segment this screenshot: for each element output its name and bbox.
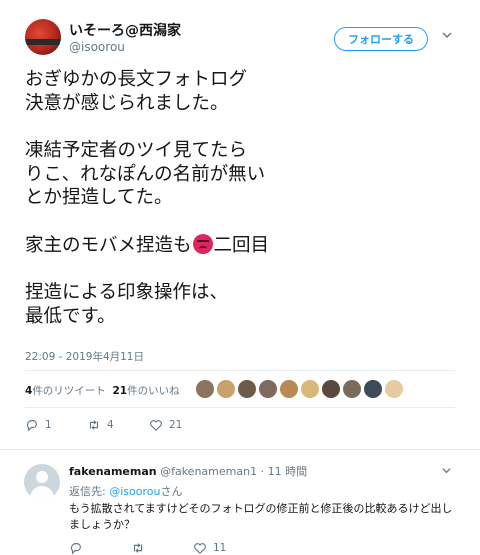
liker-avatar[interactable]: [301, 380, 319, 398]
reply-to-label: 返信先:: [69, 485, 106, 498]
tweet-line-with-emoji: 家主のモバメ捏造も 二回目: [25, 233, 465, 258]
reply-like-count: 11: [213, 542, 227, 554]
author-avatar[interactable]: [25, 19, 61, 55]
tweet-line: とか捏造してた。: [25, 187, 173, 208]
default-avatar-icon[interactable]: [24, 464, 60, 500]
like-count[interactable]: 21: [113, 385, 128, 397]
separator: ·: [260, 465, 265, 478]
reply-time[interactable]: 11 時間: [268, 465, 308, 478]
tweet-timestamp[interactable]: 22:09 - 2019年4月11日: [25, 349, 144, 364]
retweet-icon: [133, 543, 143, 553]
reply-to-handle[interactable]: @isoorou: [109, 485, 160, 498]
reply-text: もう拡散されてますけどそのフォトログの修正前と修正後の比較あるけど出しましょうか…: [69, 502, 453, 531]
liker-avatar[interactable]: [280, 380, 298, 398]
tweet-line: 決意が感じられました。: [25, 92, 229, 114]
engagement-stats: 4件のリツイート 21件のいいね: [25, 383, 180, 398]
chevron-down-icon[interactable]: [442, 30, 452, 40]
reply-to-line: 返信先: @isoorouさん: [69, 483, 182, 499]
tweet-line-part: 二回目: [213, 234, 270, 256]
reply-like-button[interactable]: 11: [193, 541, 226, 555]
tweet-line: 捏造による印象操作は、: [25, 282, 228, 303]
reply-reply-button[interactable]: [69, 541, 83, 555]
tweet-text: おぎゆかの長文フォトログ 決意が感じられました。 凍結予定者のツイ見てたら りこ…: [25, 68, 465, 328]
retweet-label[interactable]: 件のリツイート: [32, 385, 106, 397]
reply-button[interactable]: 1: [25, 418, 52, 432]
retweet-icon: [89, 420, 99, 430]
liker-avatar[interactable]: [196, 380, 214, 398]
like-action-count: 21: [169, 419, 183, 431]
reply-author-name[interactable]: fakenameman: [69, 465, 157, 478]
tweet-line: 凍結予定者のツイ見てたら: [25, 140, 248, 161]
chevron-down-icon[interactable]: [442, 466, 451, 475]
reply-icon: [70, 543, 81, 555]
author-handle[interactable]: @isoorou: [69, 40, 125, 54]
liker-avatar[interactable]: [385, 380, 403, 398]
reply-icon: [26, 420, 37, 432]
reply-author-handle[interactable]: @fakenameman1: [160, 465, 257, 478]
divider: [25, 370, 455, 371]
author-name[interactable]: いそーろ@西潟家: [69, 20, 181, 40]
liker-avatar[interactable]: [259, 380, 277, 398]
reply-to-suffix: さん: [160, 485, 183, 498]
tweet-line: りこ、れなぽんの名前が無い: [25, 163, 266, 185]
tweet-line-part: 家主のモバメ捏造も: [25, 234, 192, 256]
reply-actions: 11: [69, 541, 369, 555]
retweet-button[interactable]: 4: [87, 418, 114, 432]
reply-header: fakenameman @fakenameman1 · 11 時間: [69, 463, 307, 479]
tweet-header: いそーろ@西潟家 @isoorou フォローする: [0, 0, 480, 62]
liker-avatar[interactable]: [322, 380, 340, 398]
follow-button[interactable]: フォローする: [334, 27, 428, 51]
angry-face-icon: [192, 233, 213, 254]
liker-avatars: [196, 380, 403, 398]
reply-tweet[interactable]: fakenameman @fakenameman1 · 11 時間 返信先: @…: [0, 450, 480, 555]
heart-icon: [150, 420, 162, 432]
divider: [25, 407, 455, 408]
reply-count: 1: [45, 419, 52, 431]
like-label[interactable]: 件のいいね: [127, 385, 180, 397]
like-button[interactable]: 21: [149, 418, 182, 432]
tweet-line: おぎゆかの長文フォトログ: [25, 69, 248, 90]
heart-icon: [194, 543, 206, 555]
liker-avatar[interactable]: [343, 380, 361, 398]
liker-avatar[interactable]: [364, 380, 382, 398]
reply-retweet-button[interactable]: [131, 541, 145, 555]
retweet-action-count: 4: [107, 419, 114, 431]
tweet-actions: 1 4 21: [25, 418, 325, 438]
tweet-line: 最低です。: [25, 305, 116, 327]
liker-avatar[interactable]: [217, 380, 235, 398]
liker-avatar[interactable]: [238, 380, 256, 398]
